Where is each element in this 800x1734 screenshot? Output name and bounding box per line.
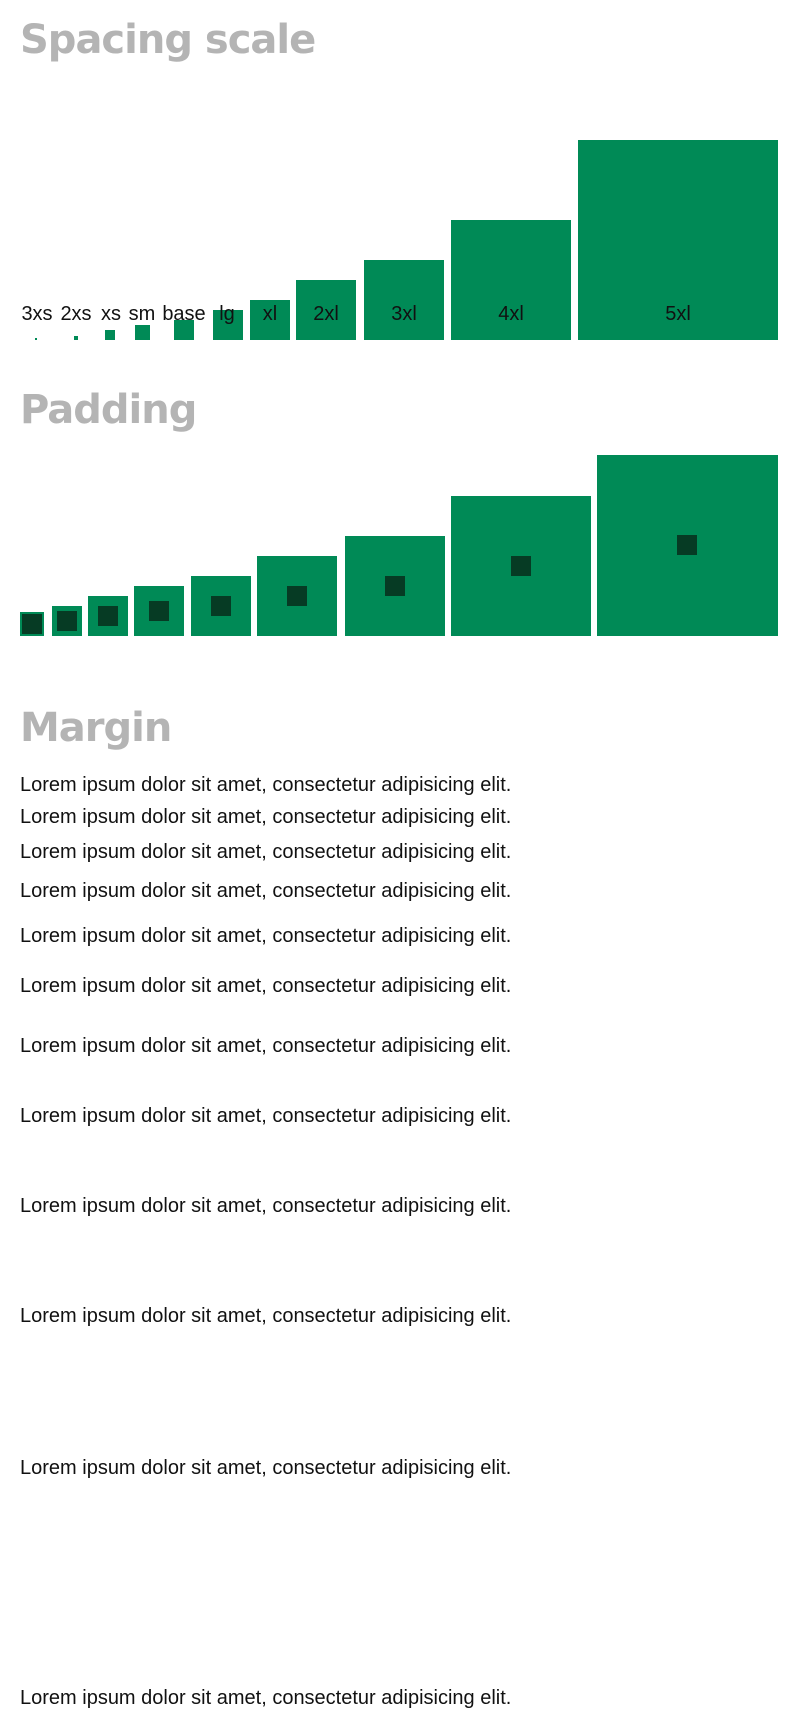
spacing-label: sm — [128, 303, 156, 325]
spacing-label: 3xl — [391, 303, 417, 325]
margin-item-8: Lorem ipsum dolor sit amet, consectetur … — [20, 1105, 512, 1127]
padding-content — [22, 614, 42, 634]
spacing-item-3xs: 3xs — [20, 80, 54, 340]
spacing-scale-row: 3xs 2xs xs sm base lg xl 2xl 3xl 4xl 5xl — [0, 80, 800, 340]
padding-swatch-4 — [134, 586, 184, 636]
margin-title: Margin — [20, 705, 172, 751]
spacing-label: 3xs — [21, 303, 53, 325]
spacing-label: lg — [219, 303, 235, 325]
spacing-item-base: base — [161, 80, 207, 340]
padding-content — [57, 611, 77, 631]
spacing-item-4xl: 4xl — [451, 80, 571, 340]
spacing-label: 4xl — [498, 303, 524, 325]
padding-swatch-6 — [257, 556, 337, 636]
padding-content — [98, 606, 118, 626]
spacing-item-xs: xs — [99, 80, 123, 340]
spacing-label: xs — [101, 303, 121, 325]
padding-content — [511, 556, 531, 576]
padding-row — [0, 450, 800, 636]
spacing-swatch — [364, 260, 444, 340]
spacing-swatch — [35, 338, 37, 340]
margin-item-3: Lorem ipsum dolor sit amet, consectetur … — [20, 841, 512, 863]
spacing-swatch — [105, 330, 115, 340]
margin-item-1: Lorem ipsum dolor sit amet, consectetur … — [20, 774, 512, 796]
spacing-item-2xs: 2xs — [59, 80, 93, 340]
margin-item-9: Lorem ipsum dolor sit amet, consectetur … — [20, 1195, 512, 1217]
padding-swatch-7 — [345, 536, 445, 636]
spacing-item-2xl: 2xl — [296, 80, 356, 340]
spacing-label: 2xl — [313, 303, 339, 325]
padding-content — [287, 586, 307, 606]
padding-swatch-5 — [191, 576, 251, 636]
spacing-item-5xl: 5xl — [578, 80, 778, 340]
spacing-label: 5xl — [665, 303, 691, 325]
spacing-swatch — [135, 325, 150, 340]
spacing-item-lg: lg — [211, 80, 243, 340]
margin-item-4: Lorem ipsum dolor sit amet, consectetur … — [20, 880, 512, 902]
padding-title: Padding — [20, 387, 197, 433]
margin-item-6: Lorem ipsum dolor sit amet, consectetur … — [20, 975, 512, 997]
spacing-swatch — [74, 336, 78, 340]
margin-item-11: Lorem ipsum dolor sit amet, consectetur … — [20, 1457, 512, 1479]
padding-content — [149, 601, 169, 621]
margin-item-7: Lorem ipsum dolor sit amet, consectetur … — [20, 1035, 512, 1057]
spacing-label: 2xs — [60, 303, 92, 325]
margin-item-10: Lorem ipsum dolor sit amet, consectetur … — [20, 1305, 512, 1327]
padding-content — [677, 535, 697, 555]
margin-item-5: Lorem ipsum dolor sit amet, consectetur … — [20, 925, 512, 947]
spacing-scale-title: Spacing scale — [20, 17, 316, 63]
padding-swatch-9 — [597, 455, 778, 636]
spacing-item-sm: sm — [127, 80, 157, 340]
padding-content — [385, 576, 405, 596]
spacing-item-xl: xl — [250, 80, 290, 340]
spacing-item-3xl: 3xl — [364, 80, 444, 340]
padding-content — [211, 596, 231, 616]
spacing-label: base — [162, 303, 206, 325]
padding-swatch-1 — [20, 612, 44, 636]
padding-swatch-2 — [52, 606, 82, 636]
padding-swatch-8 — [451, 496, 591, 636]
margin-item-2: Lorem ipsum dolor sit amet, consectetur … — [20, 806, 512, 828]
margin-item-12: Lorem ipsum dolor sit amet, consectetur … — [20, 1687, 512, 1709]
spacing-label: xl — [262, 303, 278, 325]
padding-swatch-3 — [88, 596, 128, 636]
